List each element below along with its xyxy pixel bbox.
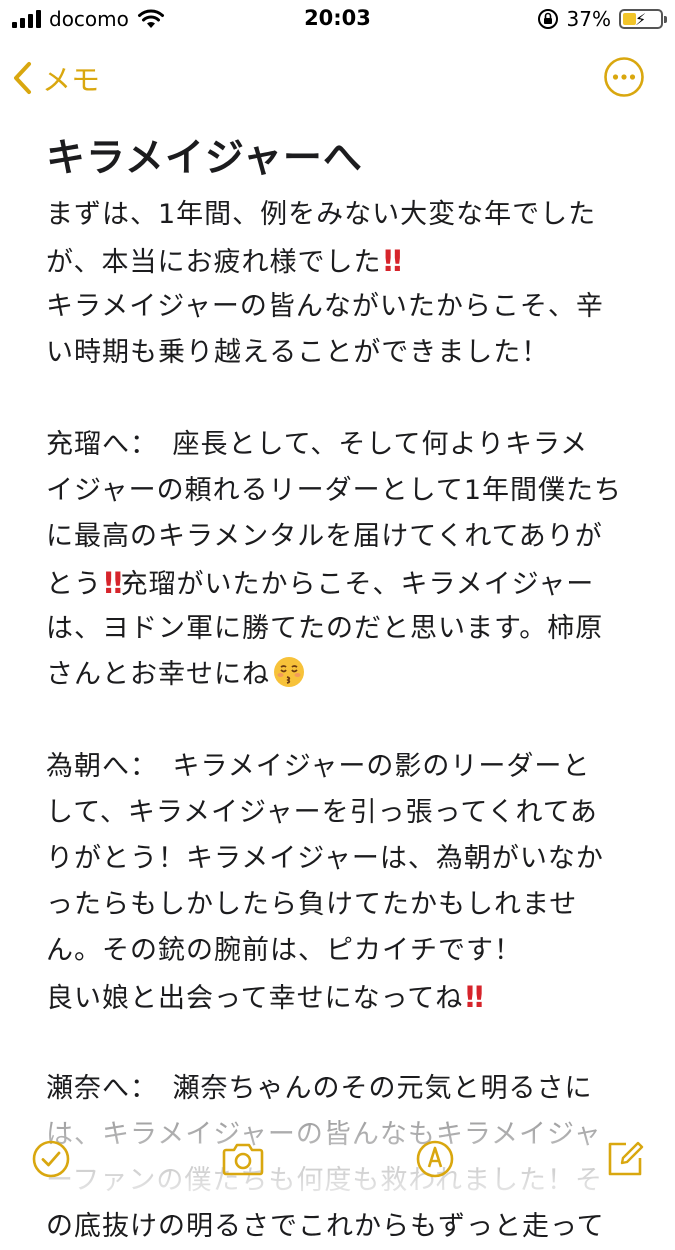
note-line	[46, 376, 646, 422]
note-line	[46, 698, 646, 744]
markup-pen-icon	[416, 1140, 454, 1178]
note-line: りがとう！キラメイジャーは、為朝がいなか	[46, 843, 604, 874]
note-line: ん。その銃の腕前は、ピカイチです！	[46, 935, 522, 966]
markup-button[interactable]	[410, 1134, 460, 1184]
double-exclamation-icon: !!	[102, 566, 125, 600]
note-line: とう!!充瑠がいたからこそ、キラメイジャー	[46, 566, 595, 600]
nav-bar: メモ	[0, 50, 675, 106]
note-line: い時期も乗り越えることができました！	[46, 337, 550, 368]
kissing-face-icon	[274, 657, 304, 687]
note-line: は、ヨドン軍に勝てたのだと思います。柿原	[46, 613, 604, 644]
note-line: して、キラメイジャーを引っ張ってくれてあ	[46, 797, 598, 828]
status-right: 37% ⚡	[537, 6, 667, 32]
compose-icon	[608, 1141, 644, 1176]
note-line: 瀬奈へ： 瀬奈ちゃんのその元気と明るさに	[46, 1073, 593, 1104]
note-line: 為朝へ： キラメイジャーの影のリーダーと	[46, 751, 591, 782]
chevron-left-icon	[14, 62, 31, 94]
note-line: さんとお幸せにね	[46, 652, 646, 698]
note-line: に最高のキラメンタルを届けてくれてありが	[46, 521, 603, 552]
battery-percent: 37%	[566, 7, 611, 31]
note-line: 充瑠へ： 座長として、そして何よりキラメ	[46, 429, 589, 460]
note-body[interactable]: キラメイジャーへ まずは、1年間、例をみない大変な年でした が、本当にお疲れ様でし…	[46, 126, 646, 1250]
battery-charging-icon: ⚡	[619, 9, 667, 29]
note-line: まずは、1年間、例をみない大変な年でした	[46, 199, 597, 230]
note-line: イジャーの頼れるリーダーとして1年間僕たち	[46, 475, 623, 506]
double-exclamation-icon: !!	[381, 244, 404, 278]
note-line	[46, 1020, 646, 1066]
note-text: まずは、1年間、例をみない大変な年でした が、本当にお疲れ様でした!! キラメイジャ…	[46, 192, 646, 1250]
camera-button[interactable]	[218, 1134, 268, 1184]
more-button[interactable]	[603, 56, 645, 98]
checklist-button[interactable]	[26, 1134, 76, 1184]
status-bar: docomo 20:03 37% ⚡	[0, 0, 675, 40]
note-title: キラメイジャーへ	[46, 136, 363, 181]
note-line: 良い娘と出会って幸せになってね!!	[46, 980, 486, 1014]
back-label: メモ	[42, 63, 101, 97]
orientation-lock-icon	[537, 9, 558, 29]
camera-icon	[222, 1143, 264, 1176]
note-line: キラメイジャーの皆んながいたからこそ、辛	[46, 291, 604, 322]
checklist-icon	[32, 1140, 70, 1178]
note-line: が、本当にお疲れ様でした!!	[46, 244, 404, 278]
double-exclamation-icon: !!	[463, 980, 486, 1014]
back-button[interactable]: メモ	[12, 56, 100, 100]
ellipsis-circle-icon	[604, 57, 644, 97]
compose-button[interactable]	[600, 1134, 650, 1184]
note-line: の底抜けの明るさでこれからもずっと走って	[46, 1211, 605, 1242]
note-line: ったらもしかしたら負けてたかもしれませ	[46, 889, 578, 920]
bottom-toolbar	[0, 1120, 675, 1200]
